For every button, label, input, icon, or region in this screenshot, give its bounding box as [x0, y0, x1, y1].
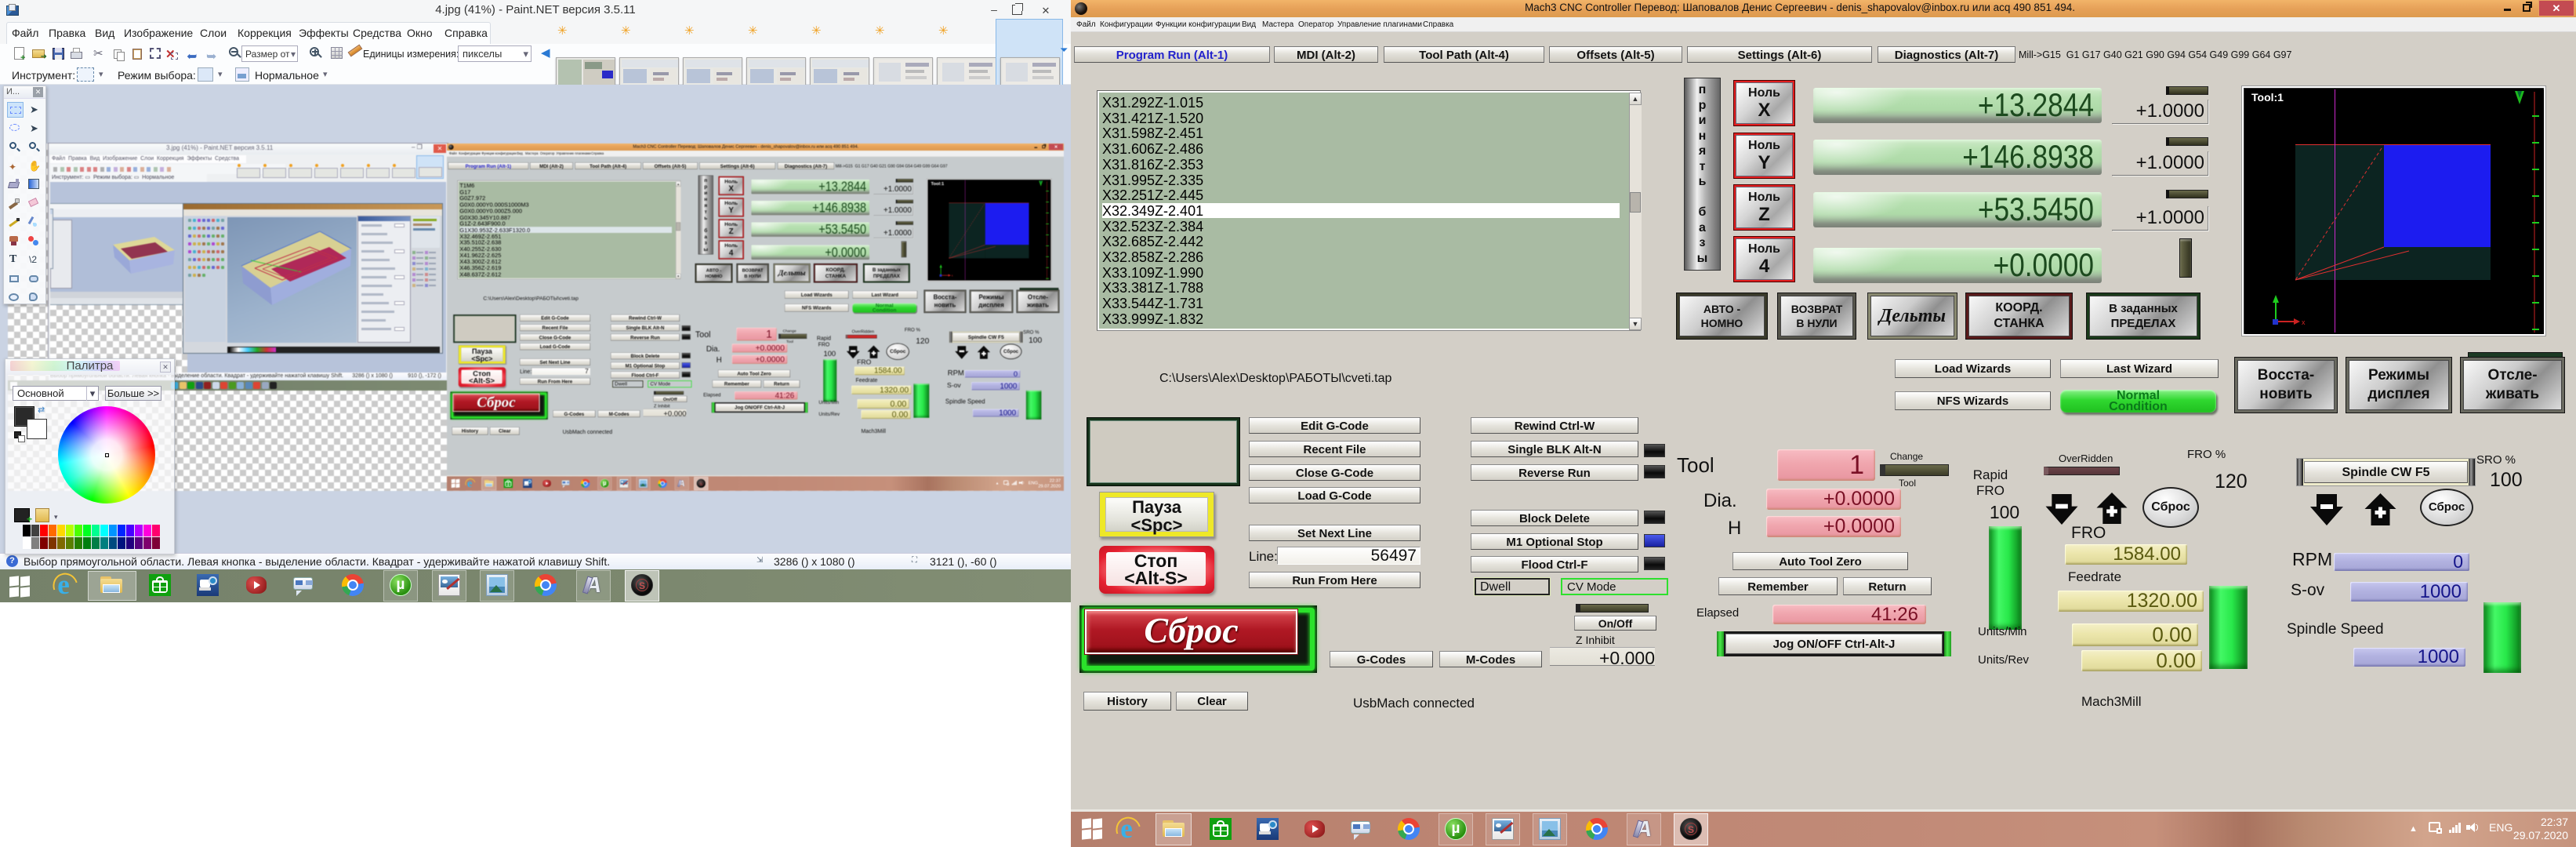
- svg-text:x: x: [952, 274, 953, 278]
- svg-text:x: x: [2302, 318, 2306, 326]
